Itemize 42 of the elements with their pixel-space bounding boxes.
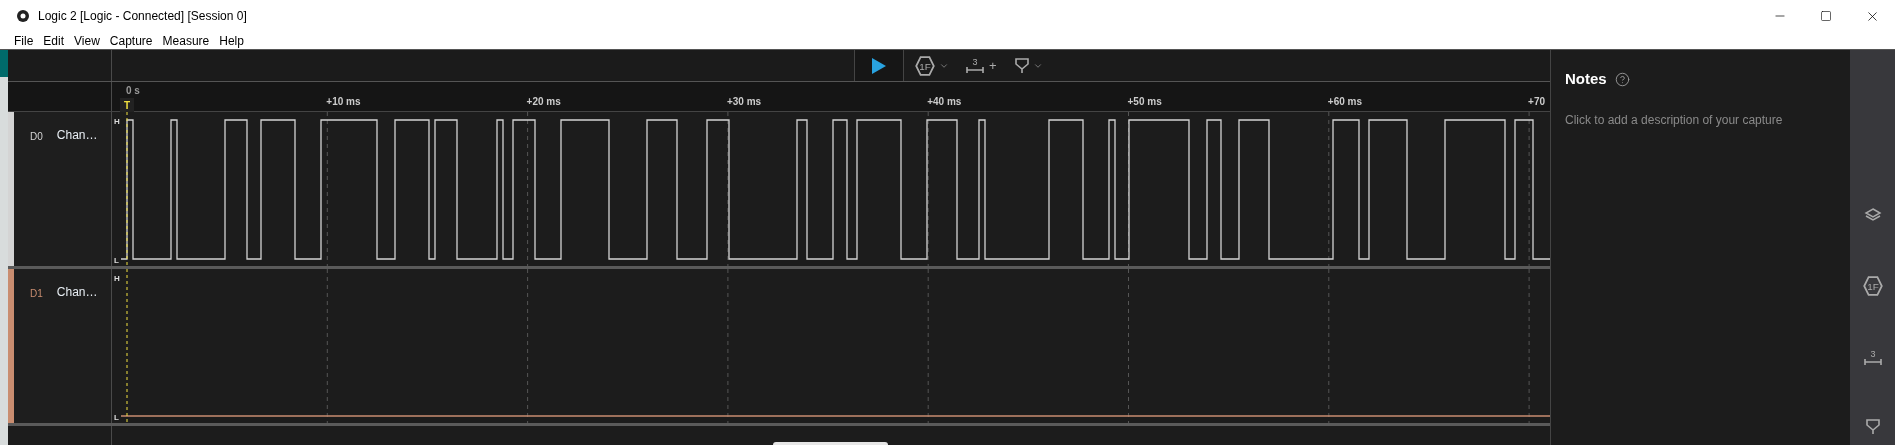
hexagon-icon: 1F — [1861, 275, 1884, 297]
channel-name: Chan… — [56, 284, 98, 301]
scroll-handle[interactable] — [773, 442, 888, 445]
app-logo-icon — [16, 9, 30, 23]
time-tick-label: +50 ms — [1127, 95, 1162, 109]
notes-title: Notes — [1565, 69, 1607, 89]
trigger-marker: T — [120, 98, 134, 112]
measure-button[interactable]: 3 + — [965, 55, 997, 76]
menu-item[interactable]: File — [14, 31, 34, 50]
hexagon-icon: 1F — [914, 54, 936, 77]
time-tick-label: +60 ms — [1327, 95, 1362, 109]
high-level-label: H — [114, 117, 120, 126]
channel-id: D1 — [30, 287, 43, 301]
time-tick-label: +20 ms — [526, 95, 561, 109]
high-level-label: H — [114, 274, 120, 283]
menu-item[interactable]: View — [74, 31, 100, 50]
window-title: Logic 2 [Logic - Connected] [Session 0] — [38, 8, 247, 25]
time-tick-label: +40 ms — [927, 95, 962, 109]
notes-description-field[interactable]: Click to add a description of your capture — [1565, 110, 1845, 141]
low-level-label: L — [114, 256, 119, 265]
play-icon — [872, 57, 886, 74]
menu-item[interactable]: Help — [219, 31, 244, 50]
layers-icon[interactable] — [1863, 207, 1882, 223]
time-origin-label: 0 s — [126, 84, 140, 98]
time-tick-label: +10 ms — [326, 95, 361, 109]
time-tick-label: +30 ms — [726, 95, 762, 109]
menu-item[interactable]: Measure — [162, 31, 210, 50]
channel-id: D0 — [30, 130, 43, 144]
maximize-icon — [1820, 10, 1832, 22]
play-button[interactable] — [854, 50, 904, 81]
channel-label-panel[interactable]: D0 Chan… — [8, 112, 112, 266]
help-icon[interactable] — [1614, 71, 1630, 87]
time-tick-label: +70 — [1528, 95, 1546, 109]
menu-item[interactable]: Capture — [109, 31, 153, 50]
channel-label-panel[interactable]: D1 Chan… — [8, 269, 112, 423]
filter-button[interactable] — [1014, 57, 1043, 74]
menu-item[interactable]: Edit — [43, 31, 65, 50]
analyzer-button[interactable]: 1F — [914, 54, 949, 77]
channel-name: Chan… — [56, 127, 98, 144]
low-level-label: L — [114, 413, 119, 422]
funnel-icon — [1014, 57, 1029, 74]
funnel-icon — [1865, 419, 1880, 435]
